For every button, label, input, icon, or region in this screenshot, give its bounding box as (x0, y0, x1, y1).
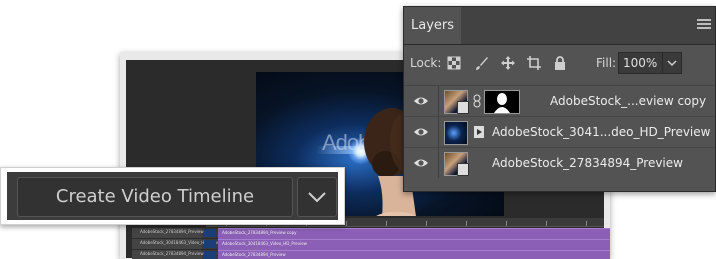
layer-name: AdobeStock_...eview copy (550, 94, 707, 108)
eye-icon (414, 159, 428, 167)
clip-label: AdobeStock_27834894_Preview (222, 252, 286, 257)
hamburger-menu-icon[interactable] (697, 19, 711, 31)
smart-object-icon (457, 101, 469, 114)
layer-row[interactable]: AdobeStock_...eview copy (404, 85, 715, 116)
track-label-cell: AdobeStock_30418463_Video_HD_Preview (132, 239, 225, 249)
visibility-toggle[interactable] (404, 117, 439, 147)
layer-name: AdobeStock_3041...deo_HD_Preview (492, 125, 711, 139)
chain-link-icon[interactable] (473, 94, 481, 108)
timeline-clip[interactable]: AdobeStock_27834894_Preview (218, 250, 610, 259)
layers-panel: Layers Lock: Fill: 100% AdobeStock_...ev… (403, 6, 716, 192)
eye-icon (414, 128, 428, 136)
smart-object-icon (457, 163, 469, 176)
lock-artboard-icon[interactable] (526, 55, 542, 71)
lock-transparent-pixels-icon[interactable] (446, 55, 462, 71)
layer-row[interactable]: AdobeStock_27834894_Preview (404, 147, 715, 178)
track-thumbnail (204, 251, 216, 259)
timeline-track[interactable]: AdobeStock_27834894_Preview copy AdobeSt… (132, 228, 610, 239)
layer-mask-thumbnail[interactable] (484, 90, 520, 114)
chevron-down-icon (667, 60, 677, 67)
timeline-track[interactable]: AdobeStock_30418463_Video_HD_Preview Ado… (132, 239, 610, 250)
layer-row[interactable]: AdobeStock_3041...deo_HD_Preview (404, 116, 715, 147)
chevron-down-icon (308, 192, 326, 203)
silhouette-mask-icon (494, 93, 510, 113)
lock-label: Lock: (410, 56, 442, 70)
video-layer-icon (474, 126, 484, 138)
timeline-track[interactable]: AdobeStock_27834894_Preview AdobeStock_2… (132, 250, 610, 259)
timeline-clip[interactable]: AdobeStock_30418463_Video_HD_Preview (218, 239, 610, 250)
clip-label: AdobeStock_30418463_Video_HD_Preview (222, 241, 307, 246)
layer-thumbnail (444, 121, 468, 145)
clip-label: AdobeStock_27834894_Preview copy (222, 230, 297, 235)
timeline-button-bar: Create Video Timeline (7, 172, 338, 220)
layer-name: AdobeStock_27834894_Preview (492, 156, 683, 170)
lock-all-icon[interactable] (552, 55, 568, 71)
timeline-clip[interactable]: AdobeStock_27834894_Preview copy (218, 228, 610, 239)
eye-icon (414, 97, 428, 105)
layers-tab-bar: Layers (404, 7, 715, 45)
lock-image-pixels-icon[interactable] (474, 55, 490, 71)
track-label: AdobeStock_27834894_Preview (140, 251, 204, 256)
timeline-button-callout: Create Video Timeline (0, 167, 345, 225)
fill-opacity-field[interactable]: 100% (618, 52, 666, 74)
track-thumbnail (204, 229, 216, 237)
fill-label: Fill: (596, 56, 617, 70)
timeline-type-dropdown[interactable] (297, 177, 337, 217)
lock-position-icon[interactable] (500, 55, 516, 71)
fill-dropdown[interactable] (662, 52, 682, 74)
tab-layers[interactable]: Layers (404, 7, 461, 44)
visibility-toggle[interactable] (404, 148, 439, 178)
track-label-cell: AdobeStock_27834894_Preview copy (132, 228, 214, 238)
track-thumbnail (204, 240, 216, 248)
track-label-cell: AdobeStock_27834894_Preview (132, 250, 204, 259)
lock-row: Lock: Fill: 100% (404, 47, 715, 81)
create-video-timeline-button[interactable]: Create Video Timeline (17, 177, 293, 217)
visibility-toggle[interactable] (404, 86, 439, 116)
